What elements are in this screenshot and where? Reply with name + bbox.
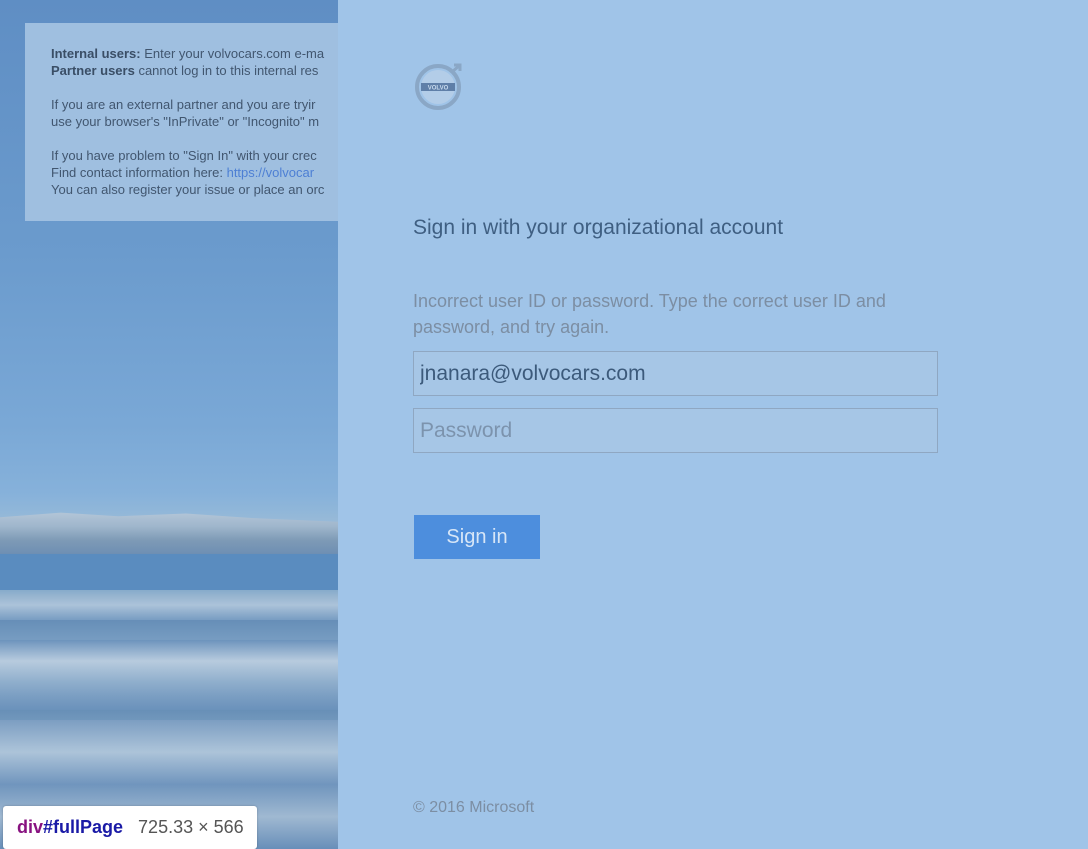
signin-panel: VOLVO Sign in with your organizational a… (338, 0, 1088, 849)
devtools-selector: #fullPage (43, 817, 124, 837)
background-water (0, 554, 338, 594)
logo-wordmark: VOLVO (428, 86, 449, 92)
notice-partner-users-label: Partner users (51, 63, 135, 78)
notice-external-partner-text: If you are an external partner and you a… (51, 97, 316, 112)
volvo-logo-icon: VOLVO (415, 63, 462, 110)
notice-internal-users-label: Internal users: (51, 46, 141, 61)
copyright-footer: © 2016 Microsoft (413, 799, 535, 816)
devtools-dimensions: 725.33 × 566 (138, 817, 244, 837)
notice-inprivate-text: use your browser's "InPrivate" or "Incog… (51, 114, 320, 129)
notice-problem-text: If you have problem to "Sign In" with yo… (51, 148, 317, 163)
full-page: Internal users: Enter your volvocars.com… (0, 0, 1088, 849)
sign-in-button[interactable]: Sign in (414, 515, 540, 559)
background-coastline (0, 512, 338, 554)
notice-contact-text: Find contact information here: (51, 165, 227, 180)
devtools-element-tooltip: div #fullPage 725.33 × 566 (3, 806, 257, 849)
notice-internal-users-text: Enter your volvocars.com e-ma (140, 46, 325, 61)
username-input[interactable] (413, 351, 938, 396)
devtools-tag-name: div (17, 817, 44, 837)
background-wave (0, 640, 338, 710)
error-message: Incorrect user ID or password. Type the … (413, 291, 886, 337)
notice-partner-users-text: cannot log in to this internal res (134, 63, 319, 78)
password-input[interactable] (413, 408, 938, 453)
background-wave (0, 590, 338, 620)
notice-register-text: You can also register your issue or plac… (51, 182, 325, 197)
notice-contact-link[interactable]: https://volvocar (227, 165, 314, 180)
page-title: Sign in with your organizational account (413, 216, 784, 239)
login-notice: Internal users: Enter your volvocars.com… (25, 23, 365, 221)
